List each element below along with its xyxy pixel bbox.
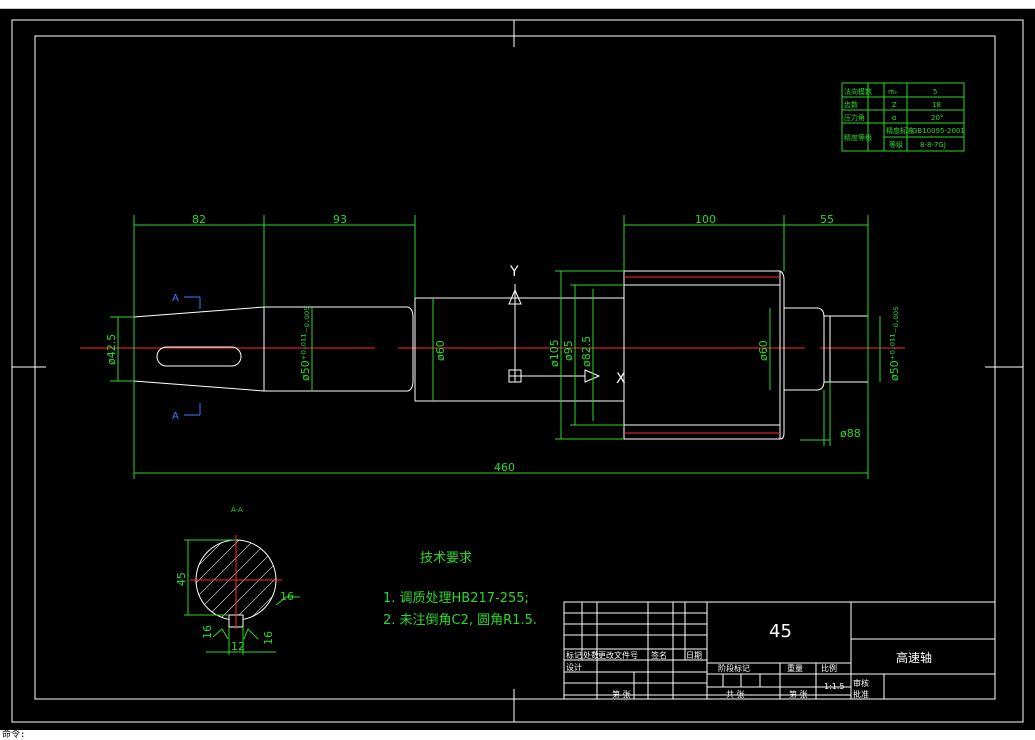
dim-dia-82-5: ø82.5 — [580, 336, 593, 367]
dim-460: 460 — [494, 461, 515, 474]
gear-row-val: 18 — [932, 101, 941, 109]
gear-row-sym: α — [892, 114, 897, 122]
gear-row-name: 压力角 — [844, 113, 865, 122]
command-prompt: 命令: — [2, 730, 26, 740]
gear-row-name: 齿数 — [844, 100, 858, 109]
tech-req-title: 技术要求 — [420, 551, 472, 566]
dim-dia-88: ø88 — [840, 427, 861, 440]
dim-82: 82 — [192, 213, 206, 226]
material-label: 45 — [769, 621, 792, 642]
dim-dia-60-right: ø60 — [757, 340, 770, 361]
scale-value: 1:1.5 — [824, 682, 845, 691]
y-axis-label: Y — [509, 264, 519, 280]
gear-row-sym: Z — [892, 101, 897, 109]
dim-dia-95: ø95 — [562, 340, 575, 361]
tb-sign: 签名 — [651, 650, 667, 660]
dim-100: 100 — [695, 213, 716, 226]
dim-dia-50-right: ø50⁺⁰·⁰¹¹₋₀.₀₀₅ — [888, 306, 901, 381]
x-axis-label: X — [616, 371, 626, 387]
tb-sheet-small: 第 张 — [612, 689, 631, 699]
shoulder-fillet-left — [407, 306, 414, 392]
section-marker-top — [184, 296, 201, 309]
dim-sec-16b: 16 — [201, 625, 214, 639]
tech-req-line-2: 2. 未注倒角C2, 圆角R1.5. — [383, 613, 537, 628]
tech-req-line-1: 1. 调质处理HB217-255; — [383, 591, 529, 606]
dim-sec-16c: 16 — [262, 631, 275, 645]
tb-count: 处数 — [583, 650, 599, 660]
dim-dia-42-5: ø42.5 — [105, 334, 118, 365]
dim-dia-105: ø105 — [548, 339, 561, 367]
taper-section — [133, 306, 265, 392]
dim-sec-16a: 16 — [280, 590, 294, 603]
section-view-label: A-A — [231, 506, 243, 514]
section-marker-bottom — [184, 403, 201, 416]
section-letter-a: A — [172, 411, 179, 422]
tb-stage: 阶段标记 — [718, 663, 750, 673]
drawing-canvas: 法向模数 mₙ 5 齿数 Z 18 压力角 α 20° 精度等级 精度标准 GB… — [11, 19, 1024, 723]
gear-row-sym: mₙ — [888, 88, 898, 96]
tb-weight: 重量 — [787, 663, 803, 673]
tb-sheet: 第 张 — [789, 689, 808, 699]
dim-sec-45: 45 — [175, 572, 188, 586]
gear-row-name: 精度等级 — [844, 133, 872, 142]
keyway-slot — [156, 346, 242, 367]
dim-93: 93 — [333, 213, 347, 226]
tb-date: 日期 — [686, 651, 702, 660]
gear-row-sym: 等级 — [889, 140, 903, 149]
dim-sec-12: 12 — [231, 640, 245, 653]
gear-row-name: 法向模数 — [844, 87, 872, 96]
dim-dia-50-left: ø50⁺⁰·⁰¹¹₋₀.₀₀₅ — [299, 306, 312, 381]
tb-sheets-total: 共 张 — [726, 690, 745, 699]
tb-check: 审核 — [853, 678, 869, 688]
section-view — [184, 535, 300, 655]
command-line[interactable]: 命令: — [0, 730, 1035, 740]
gear-row-val: 20° — [931, 114, 943, 122]
gear-parameter-table: 法向模数 mₙ 5 齿数 Z 18 压力角 α 20° 精度等级 精度标准 GB… — [841, 82, 965, 152]
gear-row-val: 8-8-7GJ — [920, 141, 946, 149]
cad-viewport[interactable]: 法向模数 mₙ 5 齿数 Z 18 压力角 α 20° 精度等级 精度标准 GB… — [0, 8, 1035, 731]
tb-design: 设计 — [566, 662, 582, 672]
tb-approve: 批准 — [853, 689, 869, 699]
dim-dia-60-left: ø60 — [434, 340, 447, 361]
gear-row-val: 5 — [933, 88, 937, 96]
section-letter-a: A — [172, 293, 179, 304]
dim-55: 55 — [820, 213, 834, 226]
part-title: 高速轴 — [896, 650, 932, 665]
gear-row-val: GB10095-2001 — [912, 127, 965, 135]
tb-scale: 比例 — [821, 663, 837, 673]
tb-mark: 标记 — [566, 650, 582, 660]
tb-change-doc: 更改文件号 — [598, 650, 638, 660]
gear-row-sym: 精度标准 — [886, 126, 914, 135]
